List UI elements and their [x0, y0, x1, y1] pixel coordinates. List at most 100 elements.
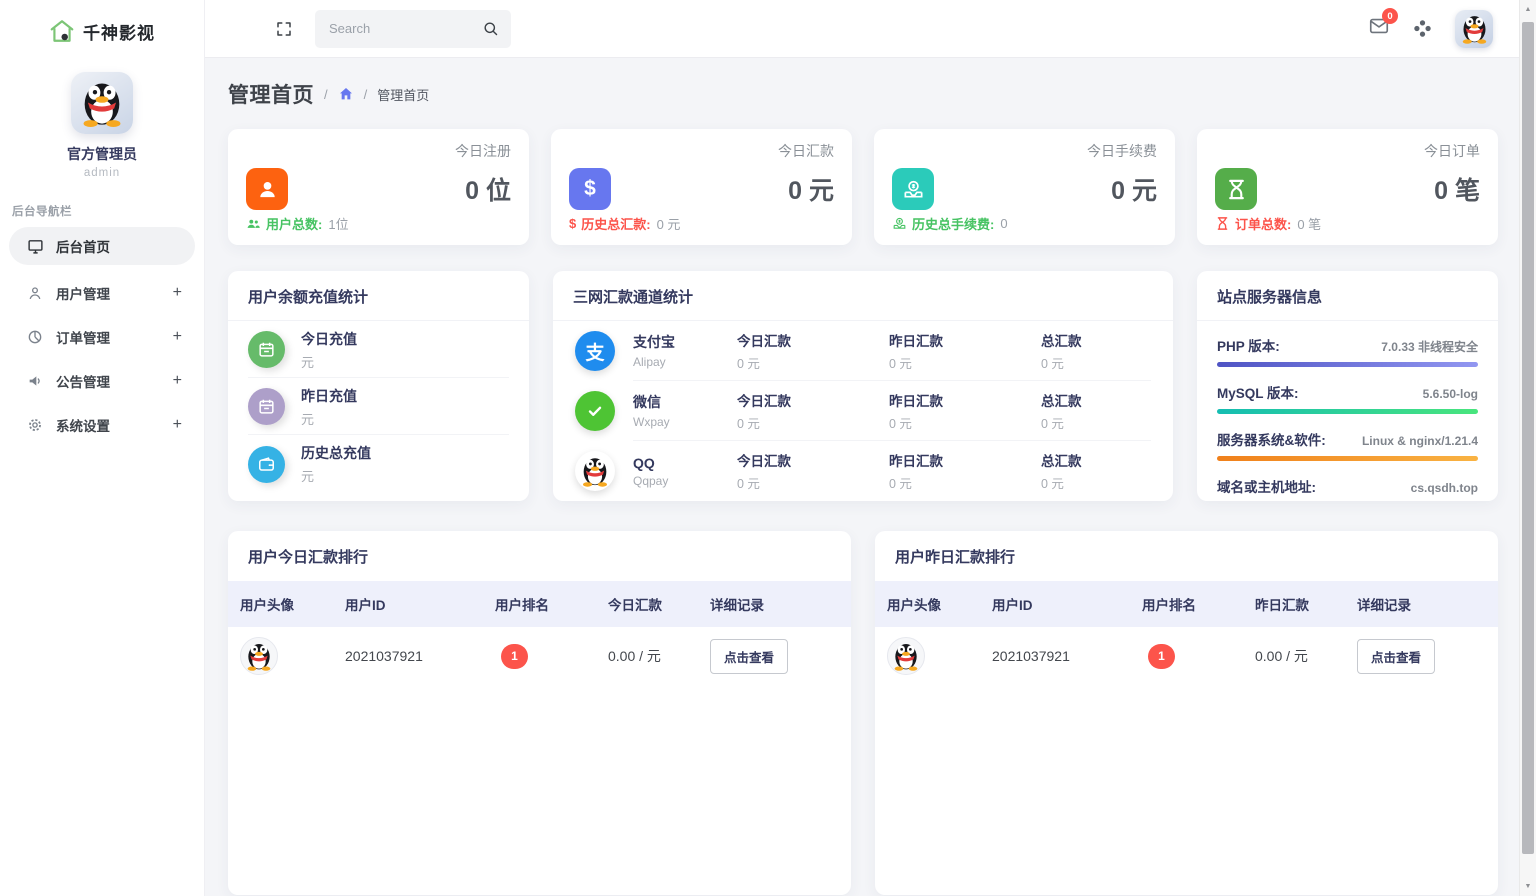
channel-name: QQ	[633, 455, 737, 471]
table-row: 2021037921 1 0.00 / 元 点击查看	[228, 627, 851, 685]
channel-col-value: 0 元	[1041, 413, 1151, 432]
server-value: cs.qsdh.top	[1411, 481, 1478, 495]
table-title: 用户今日汇款排行	[228, 531, 851, 581]
hamburger-icon[interactable]	[233, 19, 253, 38]
recharge-row-today: 今日充值 元	[248, 321, 509, 378]
stat-card-orders: 今日订单 0 笔 订单总数: 0 笔	[1197, 129, 1498, 245]
server-info-panel: 站点服务器信息 PHP 版本: 7.0.33 非线程安全 MySQL 版本:	[1197, 271, 1498, 501]
sidebar-item-settings[interactable]: 系统设置 +	[0, 403, 204, 447]
recharge-label: 历史总充值	[301, 443, 371, 463]
hourglass-icon	[1215, 168, 1257, 210]
sidebar-item-label: 用户管理	[56, 283, 160, 303]
rank-badge: 1	[501, 644, 528, 669]
column-header: 详细记录	[710, 594, 851, 614]
brand[interactable]: 千神影视	[0, 0, 204, 50]
expand-plus-icon[interactable]: +	[173, 284, 182, 302]
profile-avatar[interactable]	[71, 72, 133, 134]
sidebar-item-users[interactable]: 用户管理 +	[0, 271, 204, 315]
channel-col-value: 0 元	[889, 473, 1041, 492]
sidebar-item-announcements[interactable]: 公告管理 +	[0, 359, 204, 403]
scrollbar-thumb[interactable]	[1522, 22, 1534, 854]
recharge-label: 今日充值	[301, 329, 357, 349]
search-icon[interactable]	[482, 20, 499, 37]
server-value: 7.0.33 非线程安全	[1381, 338, 1478, 355]
avatar	[240, 637, 278, 675]
column-header: 详细记录	[1357, 594, 1498, 614]
speaker-icon	[27, 373, 43, 389]
user-icon	[27, 285, 43, 301]
pie-chart-icon	[27, 329, 43, 345]
scroll-up-icon[interactable]: ▲	[1520, 6, 1536, 13]
navbar-avatar[interactable]	[1455, 10, 1493, 48]
gear-icon	[27, 417, 43, 433]
channel-col-label: 总汇款	[1041, 330, 1151, 350]
sidebar-item-label: 系统设置	[56, 415, 160, 435]
sidebar-item-orders[interactable]: 订单管理 +	[0, 315, 204, 359]
expand-plus-icon[interactable]: +	[173, 372, 182, 390]
dollar-icon: $	[569, 168, 611, 210]
server-value: Linux & nginx/1.21.4	[1362, 434, 1478, 448]
users-group-icon	[246, 216, 261, 231]
scrollbar[interactable]: ▲ ▼	[1519, 0, 1536, 896]
channel-panel: 三网汇款通道统计 支 支付宝Alipay 今日汇款0 元 昨日汇款0 元 总汇款…	[553, 271, 1173, 501]
expand-plus-icon[interactable]: +	[173, 328, 182, 346]
channel-row-wechat: 微信Wxpay 今日汇款0 元 昨日汇款0 元 总汇款0 元	[575, 381, 1151, 441]
column-header: 用户头像	[240, 594, 345, 614]
sidebar-item-label: 订单管理	[56, 327, 160, 347]
sidebar-item-dashboard[interactable]: 后台首页	[9, 227, 195, 265]
deposit-icon	[892, 216, 907, 231]
qq-penguin-icon	[243, 640, 275, 672]
user-id-cell: 2021037921	[345, 648, 495, 664]
scroll-down-icon[interactable]: ▼	[1520, 883, 1536, 890]
progress-bar	[1217, 409, 1478, 414]
server-label: MySQL 版本:	[1217, 382, 1299, 402]
view-details-button[interactable]: 点击查看	[1357, 639, 1435, 674]
stat-value: 0 位	[465, 171, 511, 207]
deposit-icon	[892, 168, 934, 210]
content: 管理首页 / / 管理首页 今日注册 0 位 用户	[205, 57, 1519, 895]
recharge-value: 元	[301, 352, 357, 371]
mail-icon[interactable]: 0	[1368, 15, 1390, 42]
channel-col-value: 0 元	[737, 353, 889, 372]
channel-col-value: 0 元	[1041, 353, 1151, 372]
qq-penguin-icon	[575, 451, 615, 491]
panel-title: 三网汇款通道统计	[553, 271, 1173, 321]
recharge-label: 昨日充值	[301, 386, 357, 406]
avatar	[887, 637, 925, 675]
channel-col-label: 昨日汇款	[889, 450, 1041, 470]
navbar-right: 0	[1368, 10, 1493, 48]
stat-title: 今日注册	[246, 141, 511, 161]
fullscreen-icon[interactable]	[275, 20, 293, 38]
profile-name: 官方管理员	[0, 144, 204, 164]
stat-title: 今日订单	[1215, 141, 1480, 161]
channel-sub: Qqpay	[633, 474, 737, 488]
channel-sub: Alipay	[633, 355, 737, 369]
search-box	[315, 10, 511, 48]
view-details-button[interactable]: 点击查看	[710, 639, 788, 674]
home-icon[interactable]	[338, 86, 354, 102]
sidebar-section-label: 后台导航栏	[0, 203, 204, 219]
wechat-icon	[575, 391, 615, 431]
sidebar-menu: 用户管理 + 订单管理 + 公告管理 + 系统设置 +	[0, 271, 204, 447]
page-title: 管理首页	[228, 79, 314, 109]
breadcrumb-separator: /	[364, 87, 368, 102]
main-area: 0 管理首页 / / 管理首页 今日注册	[205, 0, 1519, 896]
plugins-icon[interactable]	[1412, 18, 1433, 39]
profile-role: admin	[0, 167, 204, 179]
app-root: 千神影视 官方管理员 admin 后台导航栏 后台首页 用户管理 + 订单管理 …	[0, 0, 1536, 896]
channel-row-qq: QQQqpay 今日汇款0 元 昨日汇款0 元 总汇款0 元	[575, 441, 1151, 501]
server-label: 服务器系统&软件:	[1217, 429, 1326, 449]
stat-footer-label: 用户总数:	[246, 214, 322, 233]
alipay-icon: 支	[575, 331, 615, 371]
progress-bar	[1217, 456, 1478, 461]
recharge-row-total: 历史总充值 元	[248, 435, 509, 492]
server-label: PHP 版本:	[1217, 335, 1280, 355]
recharge-value: 元	[301, 409, 357, 428]
amount-cell: 0.00 / 元	[608, 646, 710, 666]
sidebar: 千神影视 官方管理员 admin 后台导航栏 后台首页 用户管理 + 订单管理 …	[0, 0, 205, 896]
channel-col-value: 0 元	[1041, 473, 1151, 492]
expand-plus-icon[interactable]: +	[173, 416, 182, 434]
channel-name: 微信	[633, 392, 737, 412]
table-title: 用户昨日汇款排行	[875, 531, 1498, 581]
brand-house-icon	[49, 18, 75, 44]
